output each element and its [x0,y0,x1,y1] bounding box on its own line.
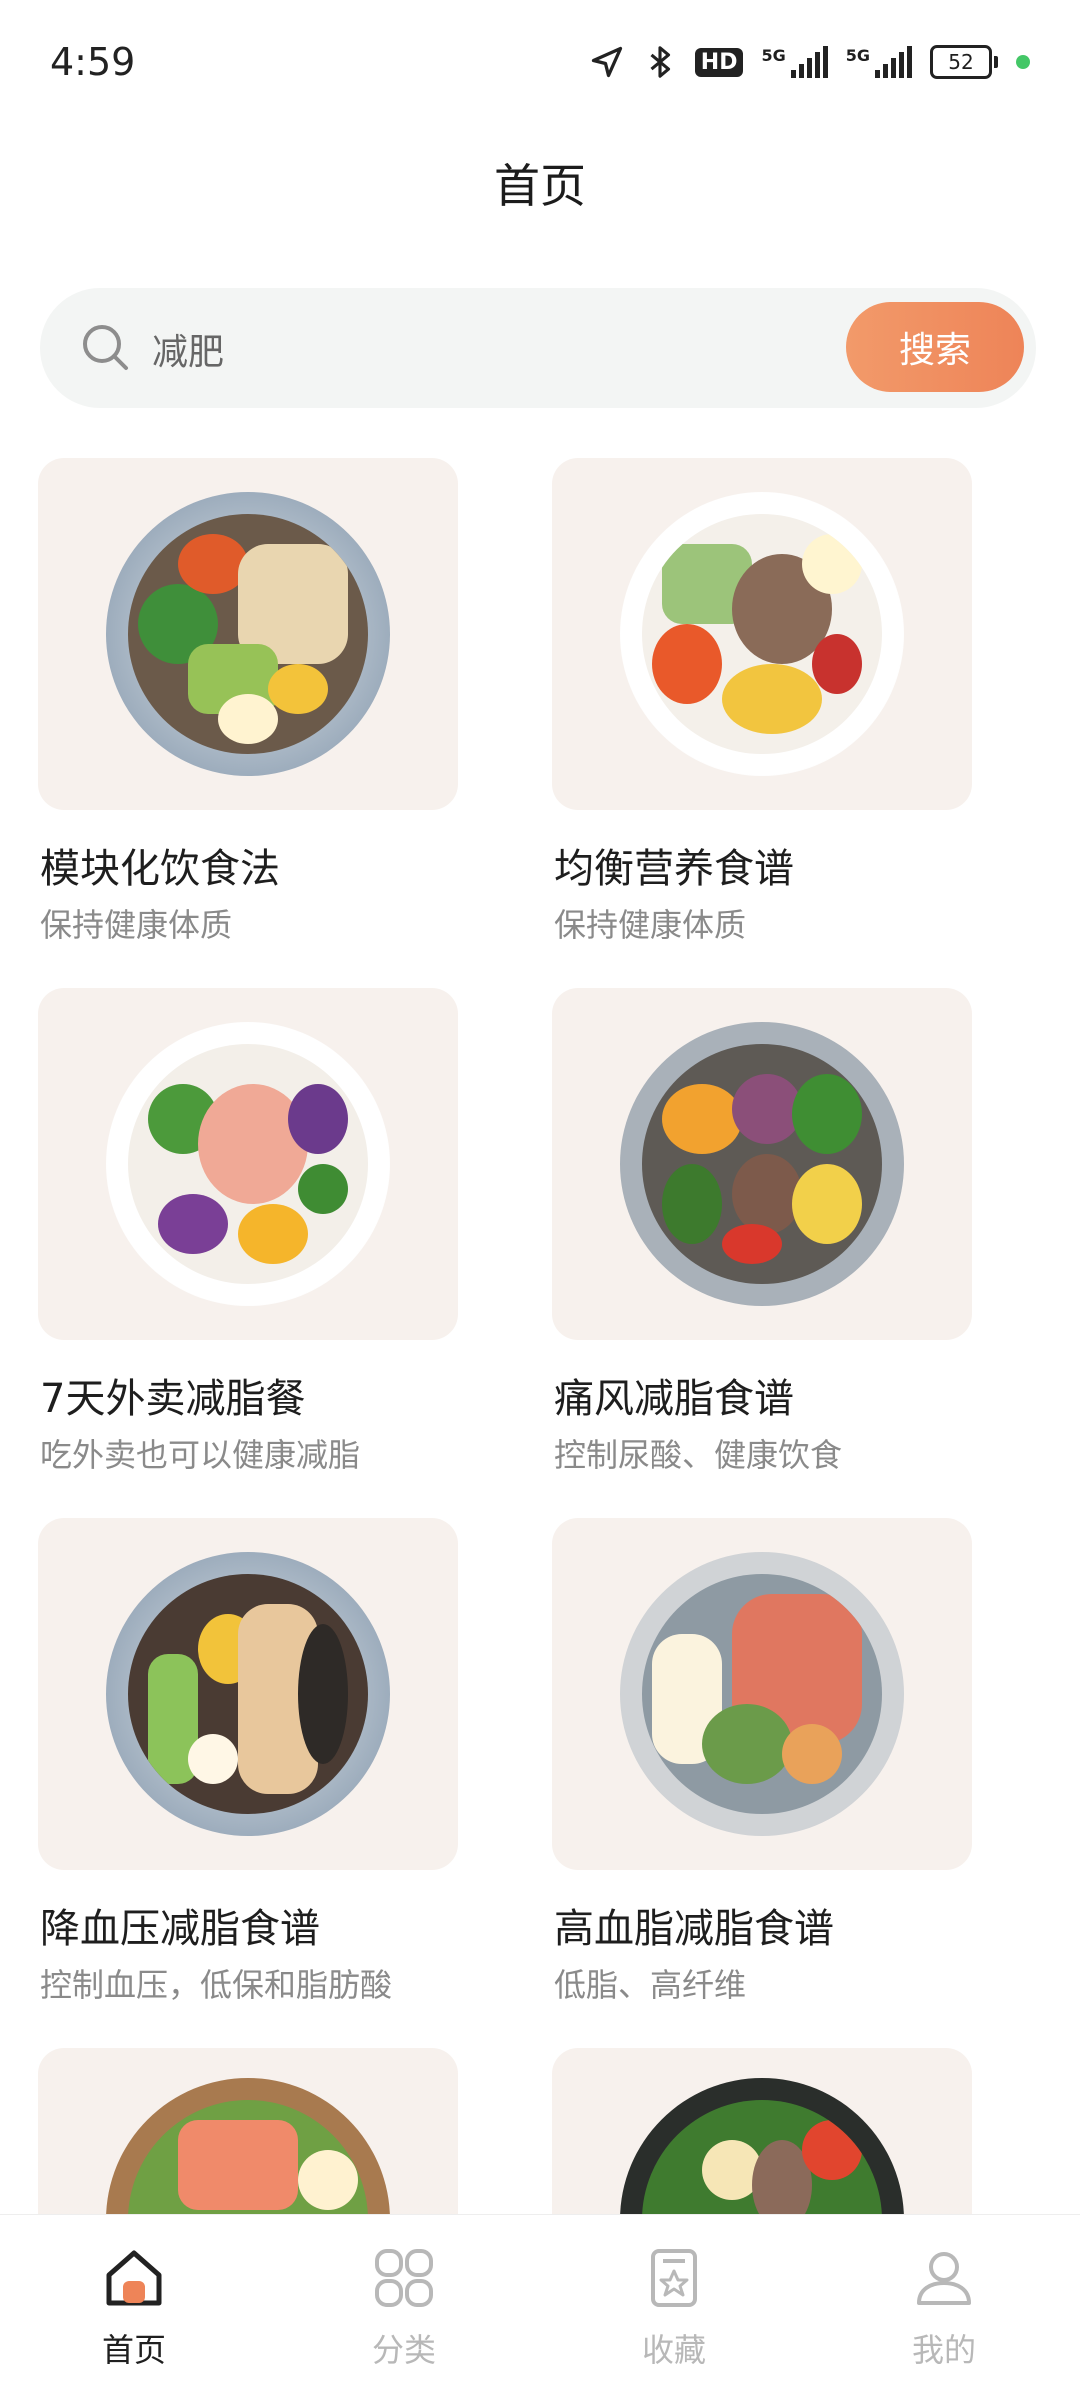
signal-icon-1: 5G [761,46,828,78]
recipe-subtitle: 低脂、高纤维 [554,1966,747,2004]
recipe-title: 模块化饮食法 [40,846,280,892]
battery-icon: 52 [930,45,998,79]
favorites-icon [651,2249,697,2307]
recipe-card[interactable]: 高血脂减脂食谱 低脂、高纤维 [552,1518,972,2004]
recipe-image [38,988,458,1340]
recipe-title: 7天外卖减脂餐 [40,1376,306,1422]
status-dot [1016,55,1030,69]
nav-favorites[interactable]: 收藏 [574,2245,774,2371]
recipe-title: 均衡营养食谱 [554,846,794,892]
recipe-card[interactable]: 均衡营养食谱 保持健康体质 [552,458,972,944]
nav-profile[interactable]: 我的 [844,2245,1044,2371]
nav-label: 我的 [911,2331,976,2369]
recipe-card[interactable]: 7天外卖减脂餐 吃外卖也可以健康减脂 [38,988,458,1474]
nav-label: 首页 [101,2331,166,2369]
nav-label: 收藏 [641,2331,706,2369]
recipe-card[interactable]: 模块化饮食法 保持健康体质 [38,458,458,944]
search-bar[interactable]: 搜索 [40,288,1036,408]
status-time: 4:59 [50,40,136,84]
recipe-image [38,1518,458,1870]
recipe-image [552,988,972,1340]
location-icon [591,46,622,78]
category-icon [375,2249,433,2307]
recipe-card[interactable]: 痛风减脂食谱 控制尿酸、健康饮食 [552,988,972,1474]
search-button[interactable]: 搜索 [846,302,1024,392]
recipe-image [38,458,458,810]
bluetooth-icon [650,46,670,78]
nav-category[interactable]: 分类 [304,2245,504,2371]
home-icon [106,2250,162,2306]
profile-icon [917,2252,971,2305]
hd-badge: HD [694,47,744,77]
recipe-title: 高血脂减脂食谱 [554,1906,834,1952]
recipe-subtitle: 保持健康体质 [554,906,747,944]
recipe-image [552,458,972,810]
recipe-subtitle: 控制血压，低保和脂肪酸 [40,1966,393,2004]
status-icons: HD 5G 5G 52 [589,44,1030,80]
recipe-subtitle: 吃外卖也可以健康减脂 [40,1436,361,1474]
recipe-image [552,1518,972,1870]
status-bar: 4:59 HD 5G 5G 52 [0,0,1080,130]
nav-label: 分类 [371,2331,436,2369]
search-input[interactable] [150,318,854,380]
signal-icon-2: 5G [846,46,912,78]
nav-home[interactable]: 首页 [34,2245,234,2371]
recipe-card[interactable]: 降血压减脂食谱 控制血压，低保和脂肪酸 [38,1518,458,2004]
recipe-subtitle: 保持健康体质 [40,906,233,944]
recipe-title: 降血压减脂食谱 [40,1906,320,1952]
recipe-subtitle: 控制尿酸、健康饮食 [554,1436,843,1474]
page-title: 首页 [494,159,586,213]
recipe-title: 痛风减脂食谱 [554,1376,794,1422]
bottom-nav: 首页 分类 收藏 我的 [0,2214,1080,2401]
search-icon [83,325,128,370]
